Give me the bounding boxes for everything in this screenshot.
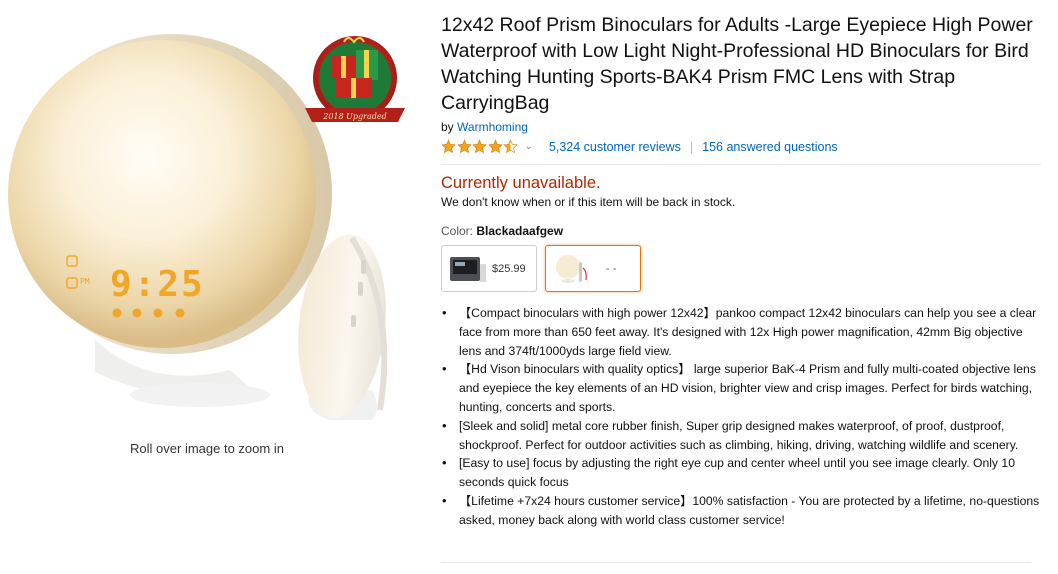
answered-questions-link[interactable]: 156 answered questions <box>702 140 838 154</box>
swatch-thumbnail-image <box>556 254 587 283</box>
feature-bullet: 【Lifetime +7x24 hours customer service】1… <box>441 492 1041 530</box>
svg-text:PM: PM <box>80 277 90 286</box>
feature-bullet: [Easy to use] focus by adjusting the rig… <box>441 454 1041 492</box>
availability-note: We don't know when or if this item will … <box>441 195 736 209</box>
availability-status: Currently unavailable. <box>441 174 601 192</box>
reviews-link[interactable]: 5,324 customer reviews <box>549 140 681 154</box>
selected-color: Blackadaafgew <box>476 224 564 238</box>
star-full-icon <box>456 139 472 154</box>
color-swatch-option-selected[interactable]: - - <box>545 245 641 292</box>
byline: by Warmhoming <box>441 120 1041 134</box>
product-main-image[interactable]: PM 9:25 2018 Upgraded <box>0 10 420 430</box>
star-full-icon <box>487 139 503 154</box>
rating-separator: | <box>689 139 694 154</box>
color-selector-label: Color: Blackadaafgew <box>441 224 1041 238</box>
image-pane: PM 9:25 2018 Upgraded Roll over image to… <box>0 0 420 574</box>
feature-bullets: 【Compact binoculars with high power 12x4… <box>441 304 1041 530</box>
star-full-icon <box>441 139 456 154</box>
star-full-icon <box>472 139 487 154</box>
bottom-divider <box>441 562 1031 563</box>
by-label: by <box>441 120 454 134</box>
star-half-icon <box>503 139 518 154</box>
color-swatches: $25.99 - - <box>441 245 1041 292</box>
clock-display: 9:25 <box>110 264 205 305</box>
feature-bullet: 【Compact binoculars with high power 12x4… <box>441 304 1041 360</box>
rating-row: ⌄ 5,324 customer reviews | 156 answered … <box>441 139 1041 154</box>
swatch-price: - - <box>606 262 617 275</box>
star-rating[interactable] <box>441 139 519 154</box>
divider <box>441 164 1041 165</box>
upgraded-badge-icon: 2018 Upgraded <box>305 36 405 122</box>
swatch-price: $25.99 <box>492 262 526 275</box>
color-label: Color: <box>441 224 474 238</box>
brand-link[interactable]: Warmhoming <box>457 120 528 134</box>
zoom-hint: Roll over image to zoom in <box>130 441 284 456</box>
color-swatch-option[interactable]: $25.99 <box>441 245 537 292</box>
product-details: 12x42 Roof Prism Binoculars for Adults -… <box>441 12 1041 530</box>
badge-text: 2018 Upgraded <box>322 112 386 121</box>
feature-bullet: 【Hd Vison binoculars with quality optics… <box>441 360 1041 416</box>
product-title: 12x42 Roof Prism Binoculars for Adults -… <box>441 14 1033 114</box>
swatch-thumbnail-image <box>450 256 486 282</box>
feature-bullet: [Sleek and solid] metal core rubber fini… <box>441 417 1041 455</box>
chevron-down-icon[interactable]: ⌄ <box>525 141 533 152</box>
